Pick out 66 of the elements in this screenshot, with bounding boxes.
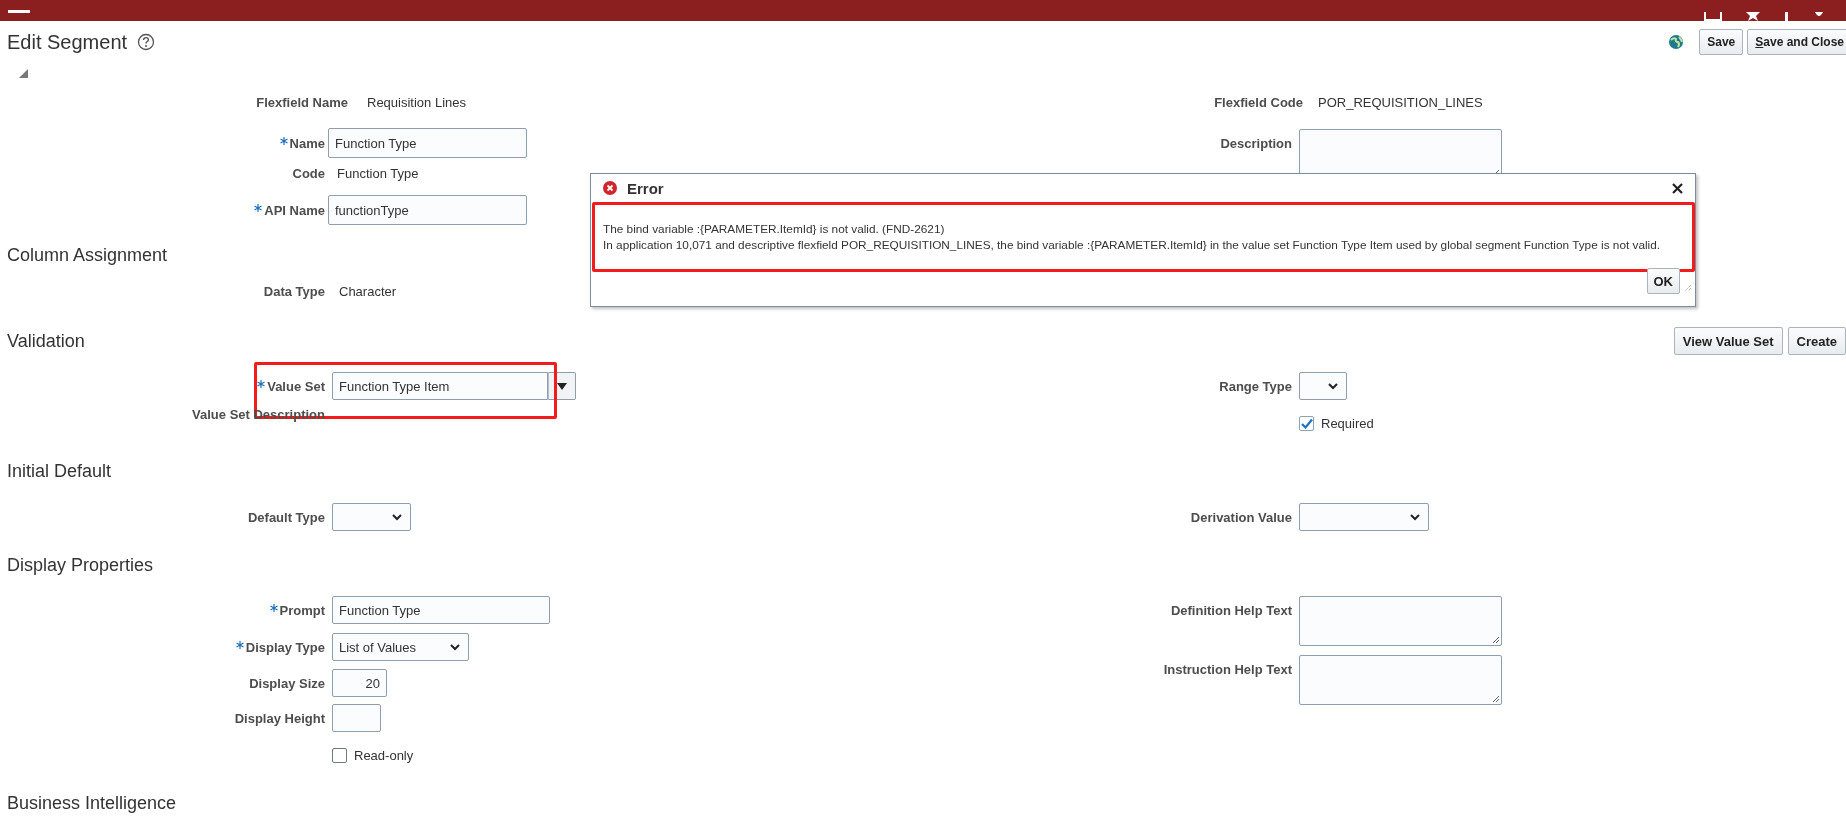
save-and-close-button[interactable]: Save and Close xyxy=(1747,29,1846,55)
section-heading: Business Intelligence xyxy=(6,792,177,815)
page-title: Edit Segment xyxy=(7,30,128,54)
dialog-title: Error xyxy=(627,179,664,197)
input-field[interactable]: 20 xyxy=(332,669,387,697)
resize-grip-icon xyxy=(1491,635,1500,644)
text-area[interactable] xyxy=(1299,596,1502,646)
error-message: In application 10,071 and descriptive flexfield POR_REQUISITION_LINES, the bind variable :{PARAMETER.ItemId} in the value set Function Type Item used by global segment Function Type is not valid. xyxy=(603,237,1662,253)
action-button[interactable]: Create xyxy=(1787,327,1846,355)
star-icon[interactable] xyxy=(1744,12,1762,21)
text-area[interactable] xyxy=(1299,655,1502,705)
dropdown-field[interactable] xyxy=(332,503,411,531)
dropdown-field[interactable] xyxy=(1299,503,1429,531)
resize-grip-icon xyxy=(1491,694,1500,703)
input-field[interactable] xyxy=(332,704,381,732)
section-heading: Initial Default xyxy=(6,460,112,483)
checkbox[interactable] xyxy=(1299,415,1314,431)
field-label: Derivation Value xyxy=(1190,509,1292,525)
close-icon[interactable] xyxy=(1672,182,1683,194)
error-icon xyxy=(603,181,617,195)
field-value: Requisition Lines xyxy=(367,94,466,110)
chevron-down-icon xyxy=(450,643,460,651)
checkbox-label: Required xyxy=(1321,415,1374,431)
chevron-down-icon xyxy=(392,513,402,521)
field-label: Range Type xyxy=(1219,378,1292,394)
field-label: Code xyxy=(292,165,325,181)
section-heading: Validation xyxy=(6,330,85,353)
field-label: Data Type xyxy=(263,283,325,299)
dropdown-field[interactable]: List of Values xyxy=(332,633,469,661)
field-label: API Name xyxy=(264,202,325,218)
help-icon[interactable] xyxy=(137,33,156,51)
field-label: Default Type xyxy=(247,509,325,525)
field-label: Name xyxy=(289,135,325,151)
field-label: Instruction Help Text xyxy=(1163,662,1292,677)
dropdown-field[interactable] xyxy=(1299,372,1347,400)
field-value: Character xyxy=(339,283,397,299)
field-value: Function Type xyxy=(337,165,419,181)
field-label: Prompt xyxy=(279,602,325,618)
chevron-down-icon xyxy=(1328,382,1338,390)
field-label: Display Height xyxy=(234,710,325,726)
field-label: Definition Help Text xyxy=(1170,603,1292,618)
field-label: Value Set xyxy=(267,378,325,394)
error-message: The bind variable :{PARAMETER.ItemId} is not valid. (FND-2621) xyxy=(603,221,946,237)
resize-grip-icon xyxy=(1684,284,1692,292)
input-field[interactable]: Function Type xyxy=(328,128,527,158)
field-label: Display Type xyxy=(245,639,325,655)
input-field[interactable]: Function Type Item xyxy=(332,372,548,400)
checkmark-icon xyxy=(1300,417,1313,429)
input-field[interactable]: functionType xyxy=(328,195,527,225)
checkbox-label: Read-only xyxy=(354,747,414,763)
section-heading: Column Assignment xyxy=(6,244,168,267)
action-button[interactable]: View Value Set xyxy=(1673,327,1783,355)
collapse-icon[interactable] xyxy=(19,69,28,78)
chevron-down-icon xyxy=(1410,513,1420,521)
section-heading: Display Properties xyxy=(6,554,154,577)
save-button[interactable]: Save xyxy=(1699,29,1744,55)
field-label: Flexfield Code xyxy=(1214,94,1303,110)
field-label: Description xyxy=(1220,136,1292,151)
ok-button[interactable]: OK xyxy=(1646,268,1680,294)
field-label: Flexfield Name xyxy=(256,94,348,110)
triangle-down-icon xyxy=(557,382,567,390)
globe-icon[interactable] xyxy=(1668,34,1685,50)
input-field[interactable]: Function Type xyxy=(332,596,550,624)
field-value: POR_REQUISITION_LINES xyxy=(1318,94,1483,110)
field-label: Display Size xyxy=(249,675,325,691)
checkbox[interactable] xyxy=(332,747,347,763)
